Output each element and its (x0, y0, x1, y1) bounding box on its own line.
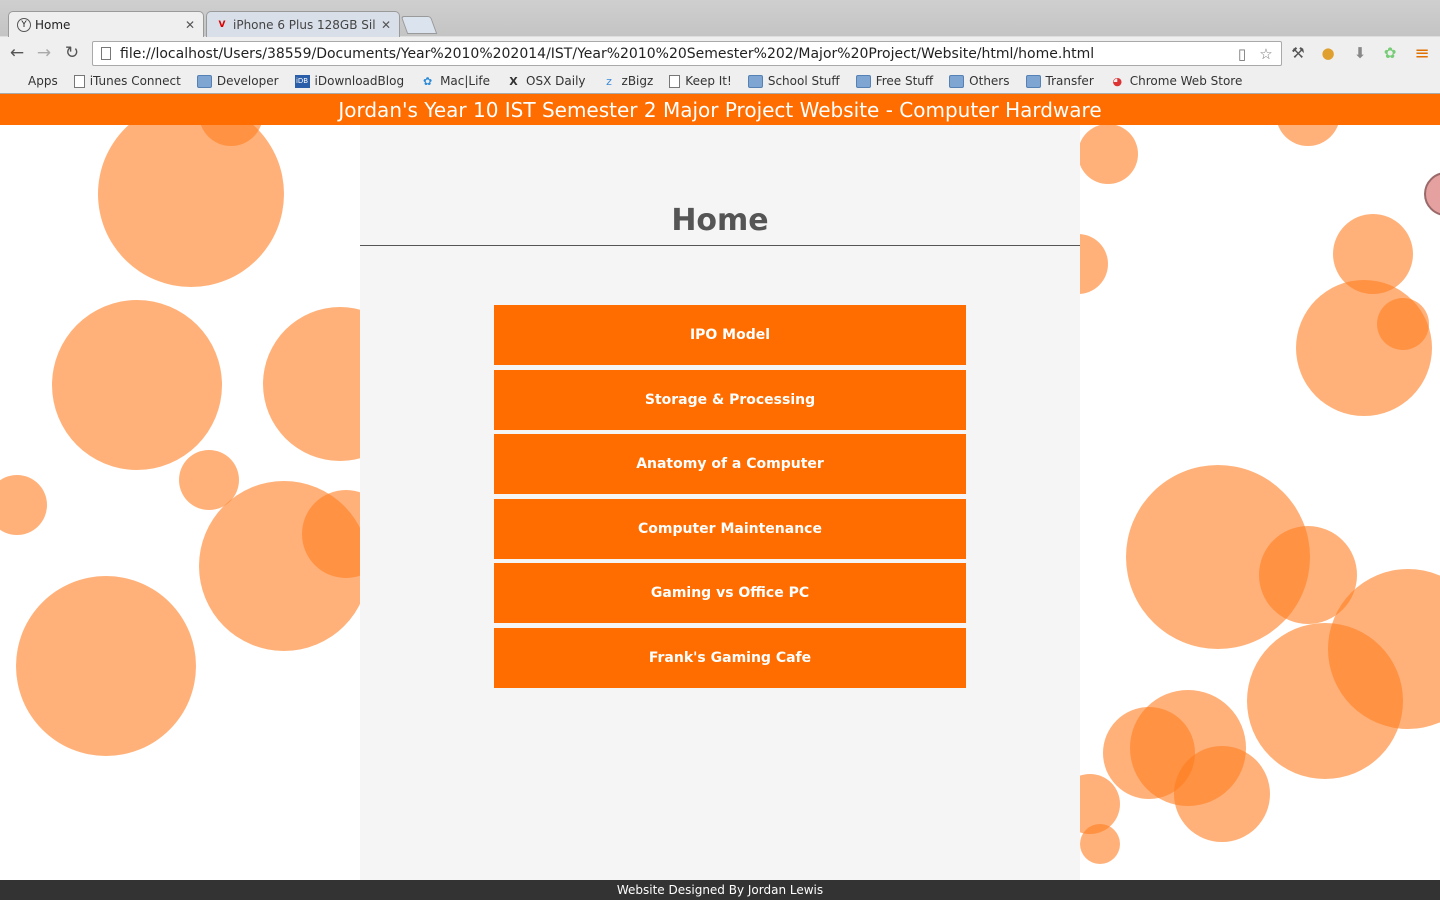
address-url: file://localhost/Users/38559/Documents/Y… (120, 45, 1095, 62)
bubble-shape (1078, 124, 1138, 184)
footer-credit: Website Designed By Jordan Lewis (616, 883, 824, 897)
menu-icon[interactable]: ≡ (1412, 43, 1432, 64)
bubble-shape (0, 475, 47, 535)
bubble-shape (1174, 746, 1270, 842)
bookmark-label: Keep It! (685, 74, 732, 88)
web-page: Jordan's Year 10 IST Semester 2 Major Pr… (0, 94, 1440, 900)
close-tab-icon[interactable]: ✕ (185, 18, 195, 32)
bookmark-label: Free Stuff (875, 74, 934, 88)
new-tab-button[interactable] (400, 16, 438, 34)
bookmark-label: Others (969, 74, 1010, 88)
nav-computer-maintenance[interactable]: Computer Maintenance (494, 498, 966, 559)
bubble-shape (1080, 824, 1120, 864)
page-icon (73, 74, 85, 88)
nav-ipo-model[interactable]: IPO Model (494, 305, 966, 365)
idb-icon: iDB (294, 74, 310, 88)
bubble-shape (1377, 298, 1429, 350)
nav-anatomy-of-a-computer[interactable]: Anatomy of a Computer (494, 434, 966, 494)
bookmark-label: Chrome Web Store (1129, 74, 1243, 88)
bookmark-item[interactable]: Transfer (1025, 74, 1094, 88)
back-arrow-icon[interactable]: ← (6, 42, 28, 64)
reader-mode-icon[interactable]: ▯ (1233, 45, 1251, 63)
bookmark-label: Apps (28, 74, 58, 88)
x-icon: X (509, 74, 518, 88)
apps-grid-icon (8, 75, 23, 88)
maclife-icon: ✿ (422, 74, 433, 88)
bookmark-label: Transfer (1045, 74, 1094, 88)
page-icon (669, 74, 681, 88)
bookmark-label: Mac|Life (440, 74, 491, 88)
bookmark-item[interactable]: ✿ Mac|Life (420, 74, 490, 88)
bookmarks-bar: Apps iTunes Connect Developer iDB iDownloadB… (0, 69, 1440, 93)
tab-strip: Y Home ✕ V iPhone 6 Plus 128GB Silve ✕ (0, 0, 1440, 37)
bookmark-item[interactable]: Others (949, 74, 1010, 88)
nav-franks-gaming-cafe[interactable]: Frank's Gaming Cafe (494, 627, 966, 688)
heading-divider (360, 245, 1080, 246)
bookmark-item[interactable]: School Stuff (747, 74, 840, 88)
extension-cat-icon[interactable]: ● (1318, 43, 1338, 63)
forward-arrow-icon[interactable]: → (33, 42, 55, 64)
bookmark-star-icon[interactable]: ☆ (1257, 45, 1275, 63)
folder-icon (747, 74, 763, 88)
tab-iphone[interactable]: V iPhone 6 Plus 128GB Silve ✕ (206, 11, 400, 37)
reload-icon[interactable]: ↻ (61, 42, 83, 64)
bookmark-label: iTunes Connect (89, 74, 181, 88)
folder-icon (1025, 74, 1041, 88)
download-icon[interactable]: ⬇ (1350, 43, 1370, 63)
tab-title: iPhone 6 Plus 128GB Silve (233, 17, 375, 32)
bookmark-item[interactable]: Keep It! (669, 74, 732, 88)
bubble-shape (16, 576, 196, 756)
bookmark-label: Developer (216, 74, 279, 88)
browser-toolbar: ← → ↻ file://localhost/Users/38559/Docum… (0, 37, 1440, 69)
site-footer: Website Designed By Jordan Lewis (0, 880, 1440, 900)
content-panel: Home IPO Model Storage & Processing Anat… (360, 125, 1080, 880)
site-header: Jordan's Year 10 IST Semester 2 Major Pr… (0, 94, 1440, 125)
bookmark-label: School Stuff (767, 74, 840, 88)
nav-storage-processing[interactable]: Storage & Processing (494, 369, 966, 430)
bookmark-label: OSX Daily (526, 74, 586, 88)
bookmark-item[interactable]: Developer (196, 74, 279, 88)
sync-icon[interactable]: ✿ (1380, 43, 1400, 63)
site-title: Jordan's Year 10 IST Semester 2 Major Pr… (338, 97, 1102, 122)
tab-home[interactable]: Y Home ✕ (8, 11, 204, 37)
page-title: Home (671, 203, 769, 238)
page-icon (101, 47, 111, 60)
close-tab-icon[interactable]: ✕ (381, 18, 391, 32)
wrench-icon[interactable]: ⚒ (1288, 43, 1308, 63)
tab-title: Home (35, 17, 71, 32)
bookmark-item[interactable]: Apps (8, 74, 58, 88)
zbigz-icon: z (606, 74, 612, 88)
bubble-shape (52, 300, 222, 470)
bookmark-item[interactable]: iTunes Connect (73, 74, 181, 88)
bookmark-label: iDownloadBlog (314, 74, 405, 88)
bookmark-item[interactable]: iDB iDownloadBlog (294, 74, 405, 88)
bookmark-item[interactable]: ◕ Chrome Web Store (1110, 74, 1243, 88)
chrome-store-icon: ◕ (1112, 74, 1123, 88)
folder-icon (855, 74, 871, 88)
bookmark-item[interactable]: Free Stuff (855, 74, 934, 88)
site-favicon-icon: Y (17, 17, 31, 32)
bookmark-item[interactable]: X OSX Daily (506, 74, 585, 88)
folder-icon (196, 74, 212, 88)
virgin-favicon-icon: V (218, 19, 226, 30)
bookmark-label: zBigz (621, 74, 654, 88)
folder-icon (949, 74, 965, 88)
bookmark-item[interactable]: z zBigz (602, 74, 654, 88)
nav-menu: IPO Model Storage & Processing Anatomy o… (494, 305, 966, 692)
nav-gaming-vs-office-pc[interactable]: Gaming vs Office PC (494, 563, 966, 623)
address-bar[interactable]: file://localhost/Users/38559/Documents/Y… (92, 41, 1282, 66)
browser-chrome: Y Home ✕ V iPhone 6 Plus 128GB Silve ✕ ←… (0, 0, 1440, 94)
